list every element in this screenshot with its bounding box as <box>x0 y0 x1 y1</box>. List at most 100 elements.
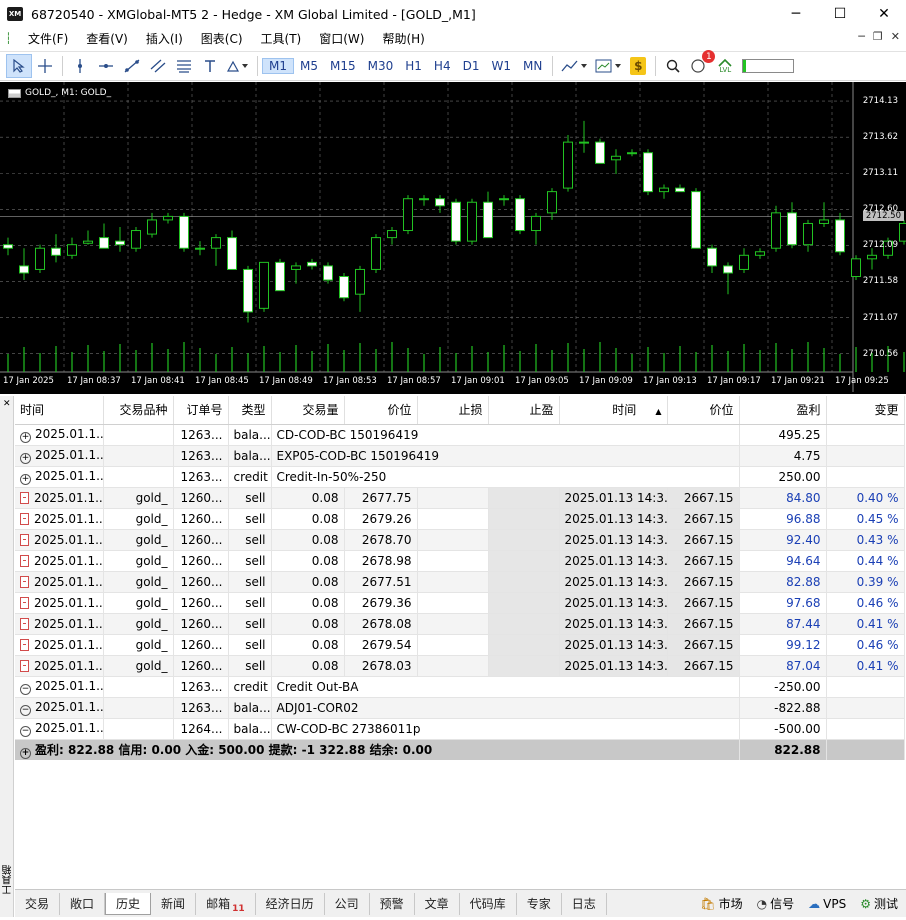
notifications-icon[interactable]: 1 <box>686 54 712 78</box>
text-tool-icon[interactable] <box>197 54 223 78</box>
trade-row[interactable]: 2025.01.1...gold_1260...sell0.082677.752… <box>15 487 904 508</box>
menu-view[interactable]: 查看(V) <box>77 28 137 50</box>
timeframe-m1[interactable]: M1 <box>262 58 294 74</box>
balance-row[interactable]: +2025.01.1...1263...bala...CD-COD-BC 150… <box>15 424 904 445</box>
balance-row[interactable]: −2025.01.1...1264...bala...CW-COD-BC 273… <box>15 718 904 739</box>
col-order[interactable]: 订单号 <box>173 396 228 424</box>
tab-company[interactable]: 公司 <box>325 893 370 915</box>
menu-charts[interactable]: 图表(C) <box>192 28 252 50</box>
tester-icon: ⚙ <box>860 897 871 911</box>
menu-tools[interactable]: 工具(T) <box>252 28 311 50</box>
tester-button[interactable]: ⚙ 测试 <box>860 895 898 912</box>
level-icon[interactable]: LVL <box>712 54 738 78</box>
timeframe-w1[interactable]: W1 <box>485 59 517 73</box>
menu-window[interactable]: 窗口(W) <box>310 28 373 50</box>
timeframe-m15[interactable]: M15 <box>324 59 362 73</box>
col-time[interactable]: 时间 <box>15 396 103 424</box>
chart-canvas[interactable] <box>0 82 906 394</box>
col-change[interactable]: 变更 <box>826 396 904 424</box>
menu-help[interactable]: 帮助(H) <box>373 28 433 50</box>
col-close-price[interactable]: 价位 <box>667 396 739 424</box>
tab-history[interactable]: 历史 <box>105 893 151 915</box>
price-tick-label: 2712.09 <box>863 240 898 250</box>
vps-button[interactable]: ☁ VPS <box>808 895 846 912</box>
tab-mailbox[interactable]: 邮箱11 <box>196 893 256 915</box>
price-chart[interactable]: GOLD_, M1: GOLD_ 2714.132713.622713.1127… <box>0 82 906 394</box>
tab-journal[interactable]: 日志 <box>562 893 607 915</box>
close-button[interactable]: ✕ <box>862 0 906 28</box>
col-tp[interactable]: 止盈 <box>488 396 559 424</box>
trade-row[interactable]: 2025.01.1...gold_1260...sell0.082678.082… <box>15 613 904 634</box>
cell-order: 1260... <box>173 550 228 571</box>
channel-icon[interactable] <box>145 54 171 78</box>
col-close-time[interactable]: 时间 ▲ <box>559 396 667 424</box>
balance-row[interactable]: +2025.01.1...1263...bala...EXP05-COD-BC … <box>15 445 904 466</box>
templates-icon[interactable] <box>591 54 625 78</box>
timeframe-mn[interactable]: MN <box>517 59 548 73</box>
timeframe-h1[interactable]: H1 <box>399 59 428 73</box>
mdi-restore-icon[interactable]: ❐ <box>873 30 883 43</box>
cursor-tool-icon[interactable] <box>6 54 32 78</box>
trade-row[interactable]: 2025.01.1...gold_1260...sell0.082679.362… <box>15 592 904 613</box>
maximize-button[interactable]: ☐ <box>818 0 862 28</box>
market-button[interactable]: 🛍 市场 <box>700 895 742 912</box>
horizontal-line-icon[interactable] <box>93 54 119 78</box>
cell-profit: 99.12 <box>739 634 826 655</box>
summary-text-cell: +盈利: 822.88 信用: 0.00 入金: 500.00 提款: -1 3… <box>15 739 739 760</box>
indicators-icon[interactable] <box>557 54 591 78</box>
tab-alerts[interactable]: 预警 <box>370 893 415 915</box>
trade-row[interactable]: 2025.01.1...gold_1260...sell0.082679.542… <box>15 634 904 655</box>
timeframe-h4[interactable]: H4 <box>428 59 457 73</box>
vertical-line-icon[interactable] <box>67 54 93 78</box>
tab-calendar[interactable]: 经济日历 <box>256 893 325 915</box>
cell-price: 2678.03 <box>344 655 417 676</box>
timeframe-m5[interactable]: M5 <box>294 59 324 73</box>
tab-articles[interactable]: 文章 <box>415 893 460 915</box>
col-type[interactable]: 类型 <box>228 396 271 424</box>
timeframe-m30[interactable]: M30 <box>362 59 400 73</box>
close-toolbox-icon[interactable]: ✕ <box>3 399 11 409</box>
timeframe-d1[interactable]: D1 <box>457 59 486 73</box>
col-sl[interactable]: 止损 <box>417 396 488 424</box>
col-volume[interactable]: 交易量 <box>271 396 344 424</box>
mdi-close-icon[interactable]: ✕ <box>891 30 900 43</box>
cell-price2: 2667.15 <box>667 508 739 529</box>
signals-button[interactable]: ◔ 信号 <box>757 895 795 912</box>
minimize-button[interactable]: ─ <box>774 0 818 28</box>
search-icon[interactable] <box>660 54 686 78</box>
candle-body <box>724 266 733 273</box>
level-progress-bar <box>742 59 794 73</box>
menu-file[interactable]: 文件(F) <box>19 28 77 50</box>
fibonacci-icon[interactable] <box>171 54 197 78</box>
tab-exposure[interactable]: 敞口 <box>60 893 105 915</box>
balance-row[interactable]: −2025.01.1...1263...bala...ADJ01-COR02-8… <box>15 697 904 718</box>
trade-row[interactable]: 2025.01.1...gold_1260...sell0.082678.032… <box>15 655 904 676</box>
candle-body <box>276 262 285 290</box>
col-price[interactable]: 价位 <box>344 396 417 424</box>
trade-row[interactable]: 2025.01.1...gold_1260...sell0.082678.982… <box>15 550 904 571</box>
menu-insert[interactable]: 插入(I) <box>137 28 192 50</box>
dollar-icon[interactable]: $ <box>630 57 646 75</box>
shapes-icon[interactable] <box>223 54 253 78</box>
cell-order: 1263... <box>173 697 228 718</box>
mdi-minimize-icon[interactable]: ─ <box>858 30 865 43</box>
tab-news[interactable]: 新闻 <box>151 893 196 915</box>
col-symbol[interactable]: 交易品种 <box>103 396 173 424</box>
tab-codebase[interactable]: 代码库 <box>460 893 517 915</box>
tab-trade[interactable]: 交易 <box>15 893 60 915</box>
cell-volume: ADJ01-COR02 <box>271 697 739 718</box>
tab-experts[interactable]: 专家 <box>517 893 562 915</box>
trade-row[interactable]: 2025.01.1...gold_1260...sell0.082679.262… <box>15 508 904 529</box>
cell-order: 1264... <box>173 718 228 739</box>
crosshair-icon[interactable] <box>32 54 58 78</box>
col-profit[interactable]: 盈利 <box>739 396 826 424</box>
cell-time: 2025.01.1... <box>15 655 103 676</box>
cell-volume: Credit Out-BA <box>271 676 739 697</box>
trade-row[interactable]: 2025.01.1...gold_1260...sell0.082677.512… <box>15 571 904 592</box>
cell-time: 2025.01.1... <box>15 529 103 550</box>
cell-change: 0.41 % <box>826 655 904 676</box>
trendline-icon[interactable] <box>119 54 145 78</box>
balance-row[interactable]: +2025.01.1...1263...creditCredit-In-50%-… <box>15 466 904 487</box>
balance-row[interactable]: −2025.01.1...1263...creditCredit Out-BA-… <box>15 676 904 697</box>
trade-row[interactable]: 2025.01.1...gold_1260...sell0.082678.702… <box>15 529 904 550</box>
